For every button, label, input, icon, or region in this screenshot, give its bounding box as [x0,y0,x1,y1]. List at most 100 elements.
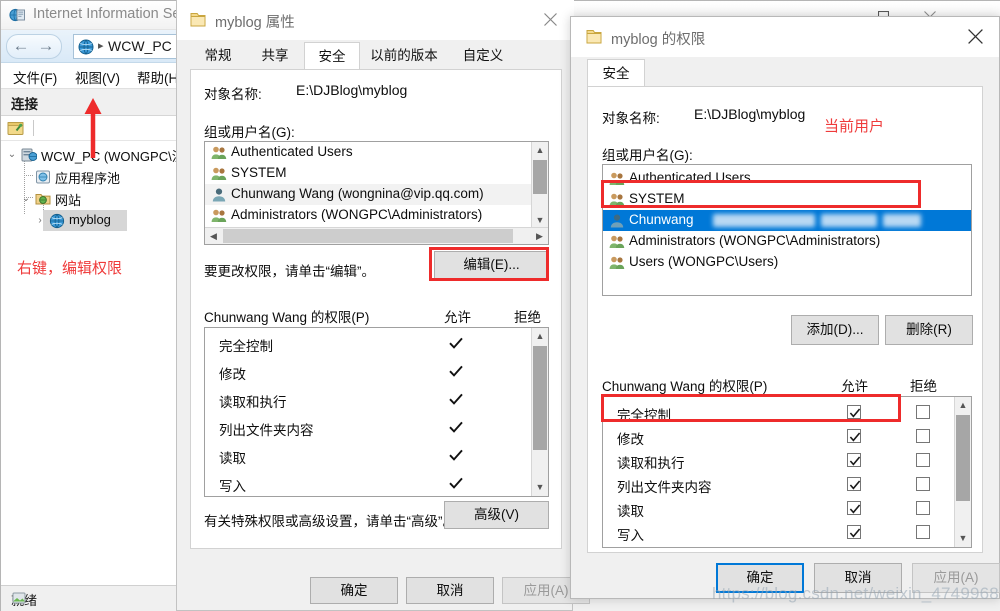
permissions-titlebar: myblog 的权限 [571,17,999,57]
scroll-thumb[interactable] [956,415,970,501]
deny-checkbox[interactable] [916,453,930,467]
annotation-right-click-edit-permissions: 右键，编辑权限 [17,260,123,277]
users-listbox[interactable]: Authenticated Users SYSTEM [204,141,549,245]
table-row[interactable]: 列出文件夹内容 [205,414,533,442]
scroll-up-icon[interactable]: ▲ [532,142,548,159]
deny-checkbox[interactable] [916,501,930,515]
properties-tabstrip[interactable]: 常规 共享 安全 以前的版本 自定义 [190,42,562,70]
menu-file[interactable]: 文件(F) [13,67,57,87]
list-item[interactable]: Users (WONGPC\Users) [603,252,971,273]
tab-security[interactable]: 安全 [587,59,645,87]
allow-checkbox[interactable] [847,405,861,419]
users-list-hscrollbar[interactable]: ◀ ▶ [205,227,548,244]
add-user-button[interactable]: 添加(D)... [791,315,879,345]
chevron-right-icon[interactable]: › [33,211,47,231]
scroll-left-icon[interactable]: ◀ [205,228,222,244]
iis-manager-icon [9,7,26,24]
group-icon [609,171,625,186]
cancel-button[interactable]: 取消 [406,577,494,604]
close-icon[interactable] [953,17,999,57]
scroll-thumb[interactable] [223,229,513,243]
table-row[interactable]: 读取 [205,442,533,470]
iis-window-title: Internet Information Serv [33,6,193,22]
list-item[interactable]: Authenticated Users [603,168,971,189]
object-name-label: 对象名称: [602,111,660,126]
chevron-down-icon[interactable]: ⌄ [19,189,33,209]
add-connection-icon[interactable] [7,119,25,137]
allow-checkbox[interactable] [847,501,861,515]
permissions-header: Chunwang Wang 的权限(P) [204,310,370,325]
allow-checkmark-icon [448,419,464,440]
list-item[interactable]: SYSTEM [603,189,971,210]
iis-connections-tree[interactable]: ⌄ WCW_PC (WONGPC\注 应用程序池 ⌄ 网站 › myblog [1,141,177,578]
edit-button[interactable]: 编辑(E)... [434,251,549,279]
permission-label: 读取 [219,451,246,466]
edit-hint-text: 要更改权限，请单击“编辑”。 [204,264,375,279]
permissions-list[interactable]: 完全控制 修改 读取和执行 列出文件夹内容 读取 写入 ▲ ▼ [602,396,972,548]
permission-label: 列出文件夹内容 [617,480,712,495]
group-icon [211,145,227,160]
table-row[interactable]: 修改 [205,358,533,386]
deny-checkbox[interactable] [916,405,930,419]
scroll-up-icon[interactable]: ▲ [532,328,548,345]
permission-label: 读取和执行 [617,456,685,471]
permissions-list[interactable]: 完全控制 修改 读取和执行 列出文件夹内容 读取 写入 ▲ ▼ [204,327,549,497]
ok-button[interactable]: 确定 [310,577,398,604]
scroll-down-icon[interactable]: ▼ [955,530,971,547]
table-row[interactable]: 写入 [205,470,533,496]
menu-view[interactable]: 视图(V) [75,67,120,87]
tab-sharing[interactable]: 共享 [247,42,303,70]
deny-checkbox[interactable] [916,477,930,491]
allow-checkbox[interactable] [847,525,861,539]
list-item[interactable]: Authenticated Users [205,142,548,163]
scroll-down-icon[interactable]: ▼ [532,479,548,496]
list-item[interactable]: Administrators (WONGPC\Administrators) [603,231,971,252]
permission-label: 修改 [617,432,644,447]
list-item-label: Chunwang [629,212,694,227]
scroll-up-icon[interactable]: ▲ [955,397,971,414]
permissions-tabstrip[interactable]: 安全 [587,59,983,87]
tab-general[interactable]: 常规 [190,42,246,70]
allow-checkbox[interactable] [847,429,861,443]
users-list-vscrollbar[interactable]: ▲ ▼ [531,142,548,229]
permissions-vscrollbar[interactable]: ▲ ▼ [531,328,548,496]
forward-icon[interactable]: → [34,35,58,58]
allow-checkbox[interactable] [847,477,861,491]
scroll-thumb[interactable] [533,160,547,194]
remove-user-button[interactable]: 删除(R) [885,315,973,345]
deny-checkbox[interactable] [916,525,930,539]
permissions-vscrollbar[interactable]: ▲ ▼ [954,397,971,547]
redacted-text-blur [821,214,877,227]
chevron-down-icon[interactable]: ⌄ [5,145,19,165]
scroll-right-icon[interactable]: ▶ [531,228,548,244]
list-item[interactable]: Administrators (WONGPC\Administrators) [205,205,548,226]
list-item-selected[interactable]: Chunwang [603,210,971,231]
deny-checkbox[interactable] [916,429,930,443]
column-allow: 允许 [444,310,471,325]
table-row[interactable]: 读取和执行 [205,386,533,414]
table-row[interactable]: 完全控制 [205,330,533,358]
back-icon[interactable]: ← [9,35,33,58]
advanced-button[interactable]: 高级(V) [444,501,549,529]
users-listbox[interactable]: Authenticated Users SYSTEM [602,164,972,296]
allow-checkmark-icon [448,335,464,356]
list-item-label: Administrators (WONGPC\Administrators) [231,207,483,222]
tab-security[interactable]: 安全 [304,42,360,70]
tab-previous-versions[interactable]: 以前的版本 [362,42,446,70]
allow-checkbox[interactable] [847,453,861,467]
app-pool-icon [35,169,51,185]
close-icon[interactable] [528,0,574,40]
myblog-permissions-dialog: myblog 的权限 安全 对象名称: E:\DJBlog\myblog 组或用… [570,16,1000,599]
connections-label: 连接 [11,97,38,112]
tree-label: myblog [69,212,111,227]
tab-customize[interactable]: 自定义 [448,42,518,70]
table-row[interactable]: 写入 [603,519,955,547]
list-item-label: Administrators (WONGPC\Administrators) [629,233,881,248]
scroll-thumb[interactable] [533,346,547,450]
list-item[interactable]: Chunwang Wang (wongnina@vip.qq.com) [205,184,548,205]
list-item[interactable]: SYSTEM [205,163,548,184]
permission-label: 完全控制 [617,408,671,423]
list-item-label: Chunwang Wang (wongnina@vip.qq.com) [231,186,484,201]
watermark: https://blog.csdn.net/weixin_47499687 [712,584,1000,603]
allow-checkmark-icon [448,363,464,384]
